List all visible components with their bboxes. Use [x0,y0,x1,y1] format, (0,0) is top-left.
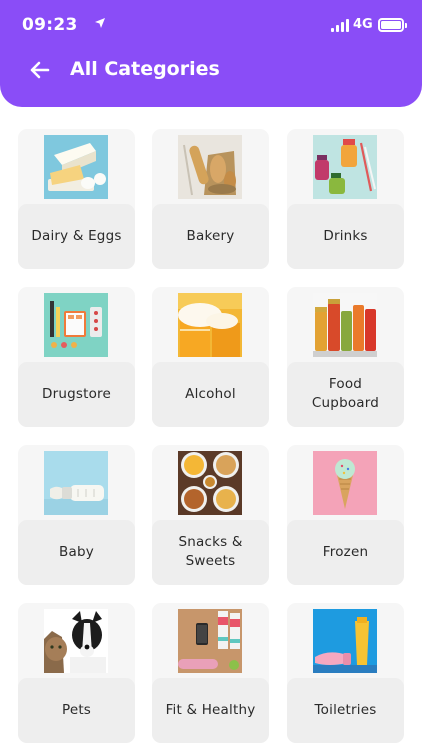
category-label: Dairy & Eggs [31,228,122,244]
drugstore-image [44,293,108,357]
category-card-dairy-eggs[interactable]: Dairy & Eggs [18,129,135,269]
frozen-image [313,451,377,515]
category-card-baby[interactable]: Baby [18,445,135,585]
category-card-alcohol[interactable]: Alcohol [152,287,269,427]
category-card-frozen[interactable]: Frozen [287,445,404,585]
category-card-fit-healthy[interactable]: Fit & Healthy [152,603,269,743]
network-type: 4G [353,17,373,32]
category-label: Frozen [322,544,369,560]
app-header: 09:23 4G All Categories [0,0,422,107]
drinks-image [313,135,377,199]
category-label: Pets [61,702,92,718]
battery-icon [378,18,407,32]
alcohol-image [178,293,242,357]
status-time: 09:23 [22,15,78,35]
category-label: Drinks [323,228,368,244]
page-title: All Categories [70,58,220,80]
category-card-snacks-sweets[interactable]: Snacks & Sweets [152,445,269,585]
category-card-drinks[interactable]: Drinks [287,129,404,269]
category-card-pets[interactable]: Pets [18,603,135,743]
category-card-food-cupboard[interactable]: Food Cupboard [287,287,404,427]
baby-image [44,451,108,515]
category-label: Toiletries [314,702,377,718]
pets-image [44,609,108,673]
category-card-toiletries[interactable]: Toiletries [287,603,404,743]
category-label: Alcohol [185,386,236,402]
location-arrow-icon [95,18,105,28]
dairy-eggs-image [44,135,108,199]
back-arrow-icon[interactable] [28,58,52,82]
category-label: Bakery [186,228,235,244]
category-label: Snacks & Sweets [178,534,243,569]
category-label: Food Cupboard [311,376,380,411]
category-label: Fit & Healthy [165,702,256,718]
category-label: Baby [59,544,94,560]
category-card-bakery[interactable]: Bakery [152,129,269,269]
bakery-image [178,135,242,199]
toiletries-image [313,609,377,673]
food-cupboard-image [313,293,377,357]
category-label: Drugstore [41,386,112,402]
signal-icon [331,19,349,32]
category-card-drugstore[interactable]: Drugstore [18,287,135,427]
snacks-sweets-image [178,451,242,515]
fit-healthy-image [178,609,242,673]
